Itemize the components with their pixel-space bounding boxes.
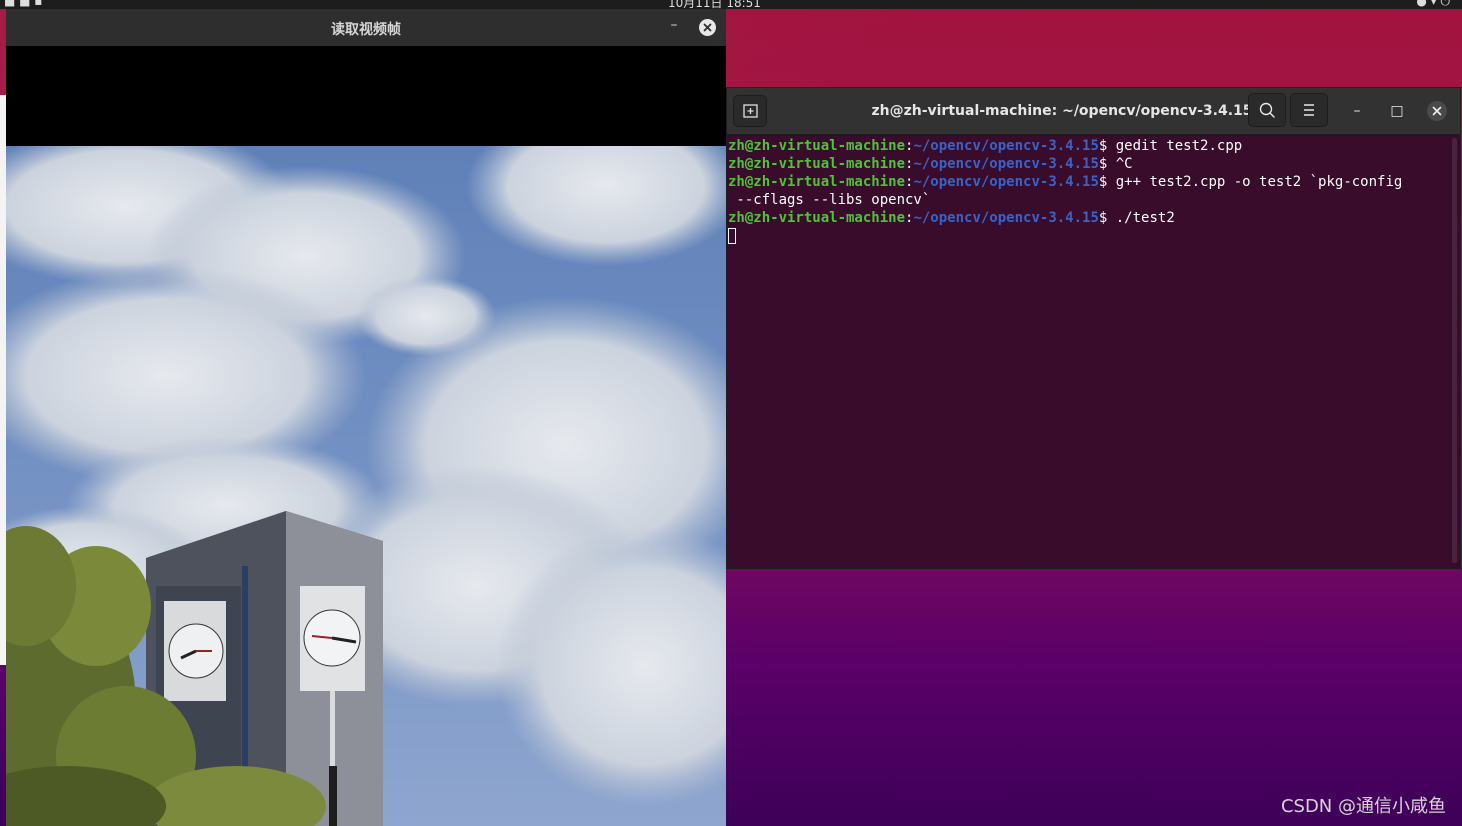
prompt-path: ~/opencv/opencv-3.4.15 xyxy=(913,156,1099,172)
hamburger-menu-icon xyxy=(1304,104,1314,116)
terminal-close-button[interactable] xyxy=(1427,101,1447,121)
csdn-watermark: CSDN @通信小咸鱼 xyxy=(1280,796,1446,817)
new-tab-icon xyxy=(743,104,758,118)
terminal-window[interactable]: zh@zh-virtual-machine: ~/opencv/opencv-3… xyxy=(726,87,1461,569)
prompt-user: zh@zh-virtual-machine xyxy=(728,174,906,190)
terminal-maximize-button[interactable]: □ xyxy=(1387,101,1407,121)
video-frame-drawing xyxy=(6,146,726,826)
terminal-line: zh@zh-virtual-machine:~/opencv/opencv-3.… xyxy=(728,173,1460,191)
close-icon xyxy=(703,23,712,32)
terminal-scrollbar[interactable] xyxy=(1452,138,1457,563)
command-text: $ ^C xyxy=(1098,156,1133,172)
search-icon xyxy=(1259,102,1275,118)
opencv-window-title: 读取视频帧 xyxy=(331,22,401,38)
terminal-menu-button[interactable] xyxy=(1290,93,1328,127)
new-tab-button[interactable] xyxy=(733,95,767,127)
top-panel: ■ ■ ▪ 10月11日 18:51 ● ▾ ⏻ xyxy=(0,0,1462,9)
video-frame-image xyxy=(6,146,726,826)
prompt-user: zh@zh-virtual-machine xyxy=(728,210,906,226)
terminal-cursor xyxy=(728,228,736,244)
terminal-cursor-line xyxy=(728,227,1460,245)
top-panel-status-icons[interactable]: ● ▾ ⏻ xyxy=(1416,0,1450,9)
terminal-line: zh@zh-virtual-machine:~/opencv/opencv-3.… xyxy=(728,209,1460,227)
prompt-path: ~/opencv/opencv-3.4.15 xyxy=(913,174,1099,190)
prompt-user: zh@zh-virtual-machine xyxy=(728,156,906,172)
opencv-image-window[interactable]: 读取视频帧 – xyxy=(6,9,726,826)
prompt-user: zh@zh-virtual-machine xyxy=(728,138,906,154)
command-text: $ gedit test2.cpp xyxy=(1098,138,1243,154)
terminal-headerbar[interactable]: zh@zh-virtual-machine: ~/opencv/opencv-3… xyxy=(727,88,1460,135)
opencv-letterbox-area xyxy=(6,46,726,146)
command-text: $ g++ test2.cpp -o test2 `pkg-config xyxy=(1098,174,1403,190)
close-icon xyxy=(1432,106,1442,116)
top-panel-activities[interactable]: ■ ■ ▪ xyxy=(4,0,42,8)
opencv-close-button[interactable] xyxy=(699,19,716,36)
terminal-search-button[interactable] xyxy=(1248,93,1286,127)
prompt-path: ~/opencv/opencv-3.4.15 xyxy=(913,210,1099,226)
terminal-title: zh@zh-virtual-machine: ~/opencv/opencv-3… xyxy=(871,103,1253,119)
command-text: $ ./test2 xyxy=(1098,210,1175,226)
opencv-minimize-button[interactable]: – xyxy=(666,17,682,33)
terminal-output[interactable]: zh@zh-virtual-machine:~/opencv/opencv-3.… xyxy=(727,135,1460,568)
top-panel-clock[interactable]: 10月11日 18:51 xyxy=(668,0,761,9)
terminal-line: zh@zh-virtual-machine:~/opencv/opencv-3.… xyxy=(728,137,1460,155)
command-text: --cflags --libs opencv` xyxy=(728,192,931,208)
terminal-line: zh@zh-virtual-machine:~/opencv/opencv-3.… xyxy=(728,155,1460,173)
terminal-line: --cflags --libs opencv` xyxy=(728,191,1460,209)
prompt-path: ~/opencv/opencv-3.4.15 xyxy=(913,138,1099,154)
terminal-minimize-button[interactable]: – xyxy=(1347,101,1367,121)
opencv-window-titlebar[interactable]: 读取视频帧 – xyxy=(6,9,726,47)
